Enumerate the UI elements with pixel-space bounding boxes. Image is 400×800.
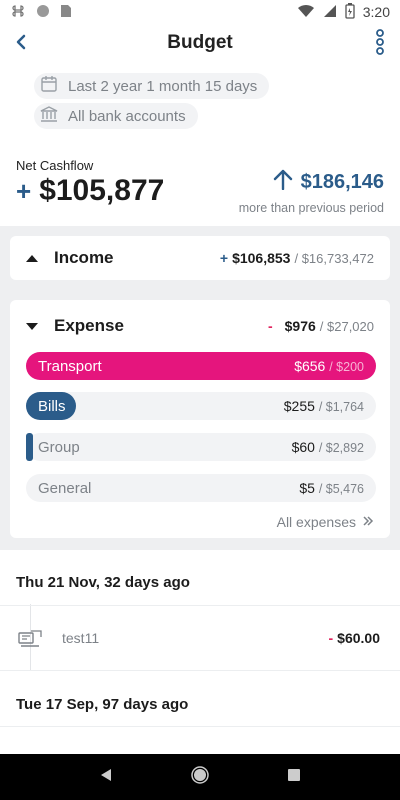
category-budget: / $200: [329, 360, 364, 374]
nav-back-icon[interactable]: [99, 768, 113, 787]
calendar-icon: [40, 75, 68, 97]
accounts-filter[interactable]: All bank accounts: [34, 103, 198, 129]
net-amount: $105,877: [39, 174, 165, 207]
category-row-transport[interactable]: Transport $656 / $200: [26, 352, 376, 380]
expense-amount: - $976 / $27,020: [268, 318, 374, 334]
wifi-icon: [297, 4, 315, 21]
income-title: Income: [54, 248, 114, 267]
transaction-amount: - $60.00: [329, 630, 381, 646]
battery-icon: [345, 2, 355, 22]
net-cashflow-label: Net Cashflow: [16, 158, 94, 173]
category-amount: $5 / $5,476: [299, 480, 364, 496]
category-amount: $60 / $2,892: [292, 439, 364, 455]
category-spent: $5: [299, 480, 315, 496]
net-sign: +: [16, 176, 32, 206]
comparison-amount: $186,146: [300, 170, 384, 193]
expense-title: Expense: [54, 316, 124, 335]
transaction-row[interactable]: test11 - $60.00: [0, 605, 400, 671]
budget-section: Income + $106,853 / $16,733,472 Expense …: [0, 226, 400, 550]
category-amount: $656 / $200: [294, 358, 364, 374]
category-name: General: [38, 480, 92, 497]
date-range-filter[interactable]: Last 2 year 1 month 15 days: [34, 73, 270, 99]
period-comparison: $186,146 more than previous period: [239, 168, 384, 215]
expense-header[interactable]: Expense - $976 / $27,020: [10, 304, 390, 348]
app-bar: Budget: [0, 24, 400, 64]
status-bar: 3:20: [0, 0, 400, 24]
system-nav-bar: [0, 754, 400, 800]
transaction-name: test11: [62, 630, 100, 646]
income-total: / $16,733,472: [294, 251, 374, 266]
category-budget: / $2,892: [318, 441, 364, 455]
expense-sign: -: [267, 318, 273, 334]
circle-status-icon: [36, 4, 50, 21]
category-progress-bar: [26, 433, 33, 461]
expense-card: Expense - $976 / $27,020 Transport $656 …: [10, 300, 390, 538]
caret-down-icon: [26, 322, 38, 330]
income-card[interactable]: Income + $106,853 / $16,733,472: [10, 236, 390, 280]
expense-value: $976: [284, 318, 316, 334]
category-amount: $255 / $1,764: [284, 398, 364, 414]
income-sign: +: [219, 250, 229, 266]
category-row-bills[interactable]: Bills $255 / $1,764: [26, 392, 376, 420]
date-range-label: Last 2 year 1 month 15 days: [68, 77, 258, 95]
signal-icon: [323, 4, 337, 21]
category-row-general[interactable]: General $5 / $5,476: [26, 474, 376, 502]
accounts-label: All bank accounts: [68, 107, 186, 125]
comparison-value: $186,146: [239, 168, 384, 196]
income-value: $106,853: [232, 250, 291, 266]
category-budget: / $5,476: [318, 482, 364, 496]
nav-recents-icon[interactable]: [287, 768, 301, 787]
command-icon: [10, 3, 26, 22]
transaction-date-header: Tue 17 Sep, 97 days ago: [16, 696, 189, 713]
category-name: Bills: [38, 398, 66, 415]
transaction-row-partial: [0, 726, 400, 754]
category-spent: $656: [294, 358, 326, 374]
double-chevron-right-icon: [362, 514, 374, 530]
nav-home-icon[interactable]: [191, 765, 209, 789]
category-name: Group: [38, 439, 80, 456]
income-amount: + $106,853 / $16,733,472: [220, 250, 374, 266]
category-name: Transport: [38, 358, 102, 375]
comparison-note: more than previous period: [238, 201, 384, 215]
page-title: Budget: [167, 32, 233, 53]
bank-icon: [40, 105, 68, 127]
category-row-group[interactable]: Group $60 / $2,892: [26, 433, 376, 461]
income-header[interactable]: Income + $106,853 / $16,733,472: [10, 236, 390, 280]
category-spent: $255: [283, 398, 315, 414]
category-spent: $60: [291, 439, 315, 455]
status-time: 3:20: [362, 4, 390, 20]
more-vertical-icon[interactable]: [374, 28, 386, 56]
transaction-date-header: Thu 21 Nov, 32 days ago: [16, 574, 190, 591]
sim-card-icon: [60, 4, 72, 21]
net-cashflow-value: + $105,877: [16, 174, 164, 208]
all-expenses-link[interactable]: All expenses: [277, 514, 374, 530]
all-expenses-label: All expenses: [276, 514, 356, 530]
arrow-up-icon: [273, 168, 293, 196]
transaction-value: $60.00: [337, 630, 380, 646]
bill-icon: [18, 628, 42, 650]
category-budget: / $1,764: [318, 400, 364, 414]
transaction-sign: -: [328, 630, 334, 646]
expense-total: / $27,020: [319, 319, 374, 334]
caret-up-icon: [26, 254, 38, 262]
